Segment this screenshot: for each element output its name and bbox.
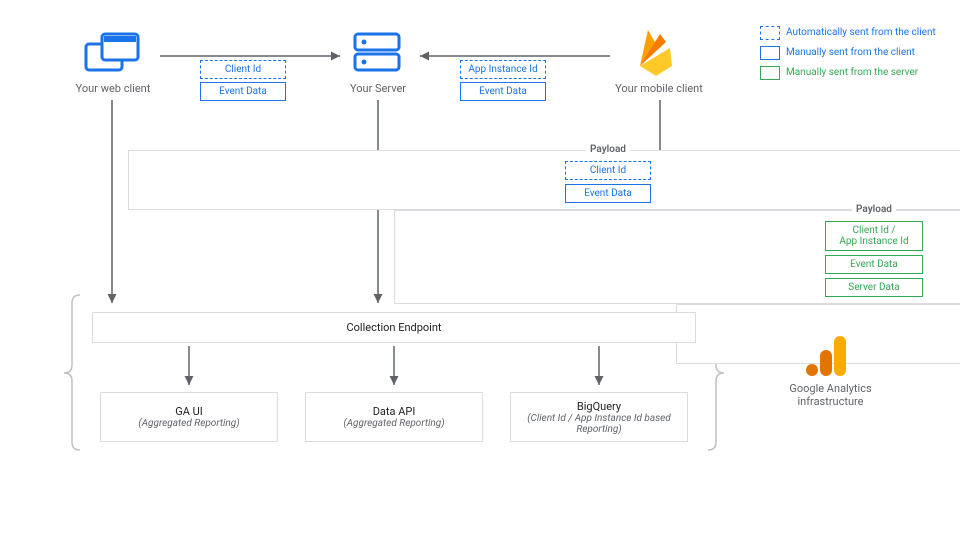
report-ga-ui-name: GA UI — [105, 405, 273, 418]
legend-manual-server: Manually sent from the server — [760, 66, 940, 80]
server-label: Your Server — [338, 82, 418, 95]
payload-web: Payload Client Id Event Data — [128, 150, 960, 210]
web-client-node — [82, 30, 142, 81]
payload-web-item-1: Event Data — [565, 184, 651, 203]
web-client-label: Your web client — [68, 82, 158, 95]
report-data-api: Data API (Aggregated Reporting) — [305, 392, 483, 442]
tag-event-data: Event Data — [200, 82, 286, 101]
server-node — [350, 30, 404, 79]
legend-manual-server-text: Manually sent from the server — [786, 67, 918, 79]
legend: Automatically sent from the client Manua… — [760, 26, 940, 86]
legend-swatch-solid — [760, 46, 780, 60]
payload-server: Payload Client Id / App Instance Id Even… — [394, 210, 960, 304]
mobile-to-server-tags: App Instance Id Event Data — [460, 60, 546, 101]
payload-server-item-0: Client Id / App Instance Id — [825, 221, 923, 251]
payload-web-item-0: Client Id — [565, 161, 651, 180]
collection-endpoint: Collection Endpoint — [92, 312, 696, 343]
legend-auto: Automatically sent from the client — [760, 26, 940, 40]
infra-label: Google Analytics infrastructure — [778, 382, 883, 408]
payload-server-item-1: Event Data — [825, 255, 923, 274]
legend-swatch-dashed — [760, 26, 780, 40]
legend-swatch-green — [760, 66, 780, 80]
payload-title: Payload — [852, 204, 896, 215]
report-data-api-name: Data API — [310, 405, 478, 418]
firebase-icon — [632, 24, 680, 80]
tag-client-id: Client Id — [200, 60, 286, 79]
legend-auto-text: Automatically sent from the client — [786, 27, 936, 39]
report-data-api-sub: (Aggregated Reporting) — [310, 418, 478, 429]
collection-endpoint-label: Collection Endpoint — [346, 321, 441, 334]
report-bigquery-name: BigQuery — [515, 400, 683, 413]
legend-manual-client-text: Manually sent from the client — [786, 47, 915, 59]
payload-title: Payload — [586, 144, 630, 155]
web-client-icon — [82, 30, 142, 78]
server-icon — [350, 30, 404, 76]
payload-server-item-2: Server Data — [825, 278, 923, 297]
mobile-client-label: Your mobile client — [604, 82, 714, 95]
report-bigquery: BigQuery (Client Id / App Instance Id ba… — [510, 392, 688, 442]
legend-manual-client: Manually sent from the client — [760, 46, 940, 60]
analytics-icon — [804, 334, 852, 378]
ga-logo — [804, 334, 852, 381]
mobile-client-node — [632, 24, 680, 83]
report-ga-ui: GA UI (Aggregated Reporting) — [100, 392, 278, 442]
tag-event-data: Event Data — [460, 82, 546, 101]
web-to-server-tags: Client Id Event Data — [200, 60, 286, 101]
report-bigquery-sub: (Client Id / App Instance Id based Repor… — [515, 413, 683, 435]
tag-app-instance-id: App Instance Id — [460, 60, 546, 79]
report-ga-ui-sub: (Aggregated Reporting) — [105, 418, 273, 429]
